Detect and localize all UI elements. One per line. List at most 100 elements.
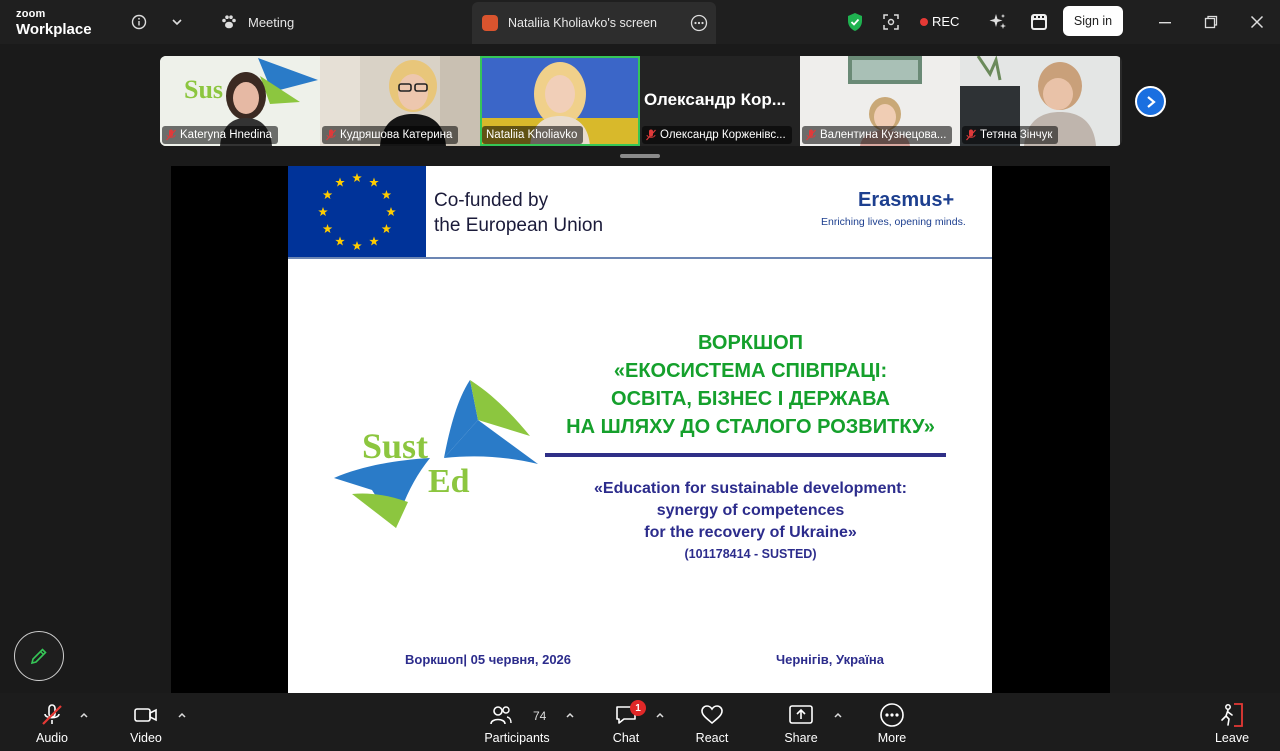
sign-in-button[interactable]: Sign in [1063,6,1123,36]
chat-unread-badge: 1 [630,700,646,716]
react-button[interactable]: React [690,693,734,751]
eu-star [322,190,333,200]
shared-slide: Co-funded by the European Union Erasmus+… [288,166,992,693]
participant-name: Кудряшова Катерина [340,129,453,141]
audio-button[interactable]: Audio [30,693,74,751]
participant-tile[interactable]: Кудряшова Катерина [320,56,480,146]
svg-text:Sus: Sus [184,75,223,104]
react-label: React [695,731,729,745]
muted-mic-icon [966,129,976,141]
chevron-up-icon[interactable] [79,710,89,720]
more-options-icon[interactable] [690,14,708,37]
title-rule [545,453,946,457]
eu-stars-icon [318,173,396,251]
slide-date: Воркшоп| 05 червня, 2026 [405,652,572,667]
share-label: Share [784,731,818,745]
participant-name: Kateryna Hnedina [180,129,273,141]
minimize-icon[interactable] [1154,11,1176,33]
chevron-up-icon[interactable] [565,710,575,720]
susted-logo: Sust Ed [334,380,538,528]
eu-star [352,173,362,183]
participant-display-name: Олександр Кор... [644,90,786,109]
participants-icon [490,706,512,725]
annotate-button[interactable] [14,631,64,681]
muted-mic-icon [646,129,656,141]
eu-star [335,236,345,246]
participant-tile[interactable]: Тетяна Зінчук [960,56,1120,146]
chevron-up-icon[interactable] [655,710,665,720]
presenter-avatar-icon [482,15,498,31]
title-bar: zoom Workplace Meeting Nataliia Kholiavk… [0,0,1280,44]
share-button[interactable]: Share [779,693,823,751]
participant-name: Олександр Корженівс... [660,129,786,141]
meeting-label[interactable]: Meeting [248,15,294,30]
participant-count: 74 [533,709,547,723]
logo-word-ed: Ed [428,463,470,500]
participant-name: Валентина Кузнецова... [820,129,947,141]
workshop-title: ВОРКШОП «ЕКОСИСТЕМА СПІВПРАЦІ: ОСВІТА, Б… [566,332,935,438]
video-button[interactable]: Video [124,693,168,751]
leave-label: Leave [1214,731,1250,745]
participant-tile[interactable]: Олександр Кор... Олександр Корженівс... [640,56,800,146]
pencil-icon [30,648,47,665]
restore-icon[interactable] [1200,11,1222,33]
screen-tab-label: Nataliia Kholiavko's screen [508,16,657,30]
participant-tile[interactable]: Sus Kateryna Hnedina [160,56,320,146]
eu-star [386,207,396,217]
share-screen-icon [789,705,813,724]
eu-star [318,207,328,217]
video-label: Video [130,731,162,745]
participant-name: Nataliia Kholiavko [486,129,578,141]
slide-location: Чернігів, Україна [776,652,885,667]
leave-button[interactable]: Leave [1210,693,1254,751]
app-logo: zoom Workplace [16,8,92,38]
record-dot-icon [920,17,928,26]
next-page-button[interactable] [1135,86,1166,117]
chevron-down-icon[interactable] [166,11,188,33]
rec-label: REC [932,14,960,29]
muted-mic-icon [326,129,336,141]
close-icon[interactable] [1246,11,1268,33]
mic-muted-icon [42,704,62,725]
chevron-up-icon[interactable] [833,710,843,720]
muted-mic-icon [166,129,176,141]
more-icon [880,703,904,727]
eu-star [335,177,345,187]
paw-icon [218,11,240,33]
apps-icon[interactable] [1028,11,1050,33]
shield-icon[interactable] [844,11,866,33]
ai-companion-icon[interactable] [986,11,1010,33]
chevron-up-icon[interactable] [177,710,187,720]
header-divider [288,257,992,259]
recording-indicator[interactable]: REC [920,14,959,29]
participant-tile[interactable]: Валентина Кузнецова... [800,56,960,146]
participants-label: Participants [484,731,550,745]
muted-mic-icon [806,129,816,141]
eu-star [381,190,392,200]
resize-handle[interactable] [620,154,660,158]
info-icon[interactable] [128,11,150,33]
chat-label: Chat [612,731,640,745]
view-switch-icon[interactable] [880,11,902,33]
participant-tile-active[interactable]: Nataliia Kholiavko [480,56,640,146]
chevron-right-icon [1146,95,1156,108]
participant-strip: Sus Kateryna Hnedina Кудряшова Катерина [160,56,1122,146]
project-code: (101178414 - SUSTED) [684,547,817,561]
participant-name: Тетяна Зінчук [980,129,1053,141]
heart-icon [701,705,723,725]
logo-word-sust: Sust [362,426,428,466]
logo-line-2: Workplace [16,21,92,38]
leave-icon [1221,703,1243,727]
logo-line-1: zoom [16,8,46,20]
eu-star [369,236,379,246]
screen-share-tab[interactable]: Nataliia Kholiavko's screen [472,2,716,44]
more-label: More [877,731,907,745]
erasmus-logo: Erasmus+ [858,189,955,211]
project-title: «Education for sustainable development: … [594,480,907,541]
eu-flag [288,166,426,258]
erasmus-tagline: Enriching lives, opening minds. [821,216,966,228]
eu-star [322,224,333,234]
eu-star [369,177,379,187]
more-button[interactable]: More [870,693,914,751]
video-camera-icon [134,708,157,722]
